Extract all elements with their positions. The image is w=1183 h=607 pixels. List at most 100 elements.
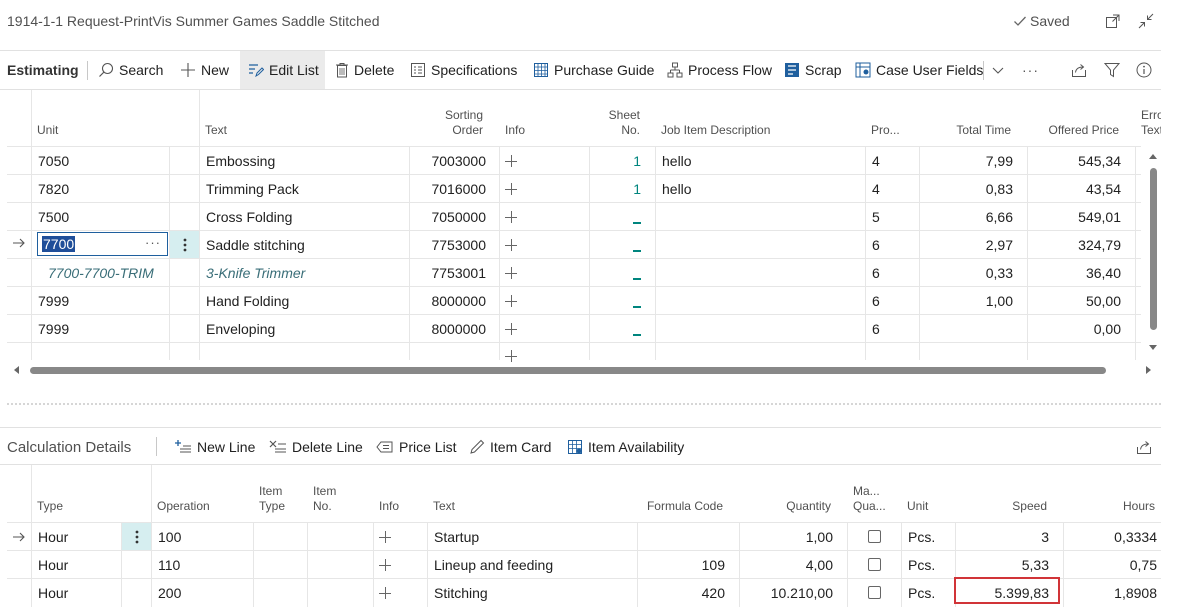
type-cell[interactable]: Hour (38, 557, 68, 573)
filter-button[interactable] (1104, 51, 1120, 89)
calc-column-header-quantity[interactable]: Quantity (740, 499, 831, 514)
sorting-order-cell[interactable]: 7016000 (410, 181, 486, 197)
vertical-scrollbar-thumb[interactable] (1150, 168, 1157, 330)
hours-cell[interactable]: 0,3334 (1064, 529, 1157, 545)
info-plus-icon[interactable] (505, 211, 517, 223)
sorting-order-cell[interactable]: 7753001 (410, 265, 486, 281)
info-plus-icon[interactable] (505, 323, 517, 335)
machine-quantity-checkbox[interactable] (868, 530, 881, 543)
column-header-unit[interactable]: Unit (37, 123, 58, 138)
calc-column-header-type[interactable]: Type (37, 499, 63, 514)
unit-input[interactable]: 7700 ··· (37, 232, 168, 256)
calc-column-header-hours[interactable]: Hours (1064, 499, 1155, 514)
open-new-window-icon[interactable] (1104, 12, 1122, 30)
sheet-no-empty-link[interactable] (633, 222, 641, 224)
total-time-cell[interactable]: 7,99 (920, 153, 1013, 169)
info-plus-icon[interactable] (505, 183, 517, 195)
sorting-order-cell[interactable]: 7753000 (410, 237, 486, 253)
expand-actions-button[interactable] (991, 51, 1005, 89)
pro-cell[interactable]: 6 (872, 237, 880, 253)
text-cell[interactable]: Stitching (434, 585, 488, 601)
unit-cell[interactable]: 7820 (38, 181, 69, 197)
text-cell[interactable]: Startup (434, 529, 479, 545)
text-cell[interactable]: Hand Folding (206, 293, 289, 309)
operation-cell[interactable]: 110 (158, 557, 180, 573)
sorting-order-cell[interactable]: 7003000 (410, 153, 486, 169)
quantity-cell[interactable]: 10.210,00 (740, 585, 833, 601)
pro-cell[interactable]: 4 (872, 153, 880, 169)
calc-column-header-machine-quantity[interactable]: Ma... Qua... (853, 484, 886, 514)
total-time-cell[interactable]: 0,33 (920, 265, 1013, 281)
info-plus-icon[interactable] (379, 587, 391, 599)
calc-row-context-menu-button[interactable] (122, 523, 151, 550)
total-time-cell[interactable]: 0,83 (920, 181, 1013, 197)
sheet-no-empty-link[interactable] (633, 306, 641, 308)
process-flow-button[interactable]: Process Flow (667, 51, 772, 89)
search-button[interactable]: Search (98, 51, 163, 89)
text-cell[interactable]: Saddle stitching (206, 237, 305, 253)
hours-cell[interactable]: 0,75 (1064, 557, 1157, 573)
specifications-button[interactable]: Specifications (410, 51, 517, 89)
calc-column-header-unit[interactable]: Unit (907, 499, 928, 514)
purchase-guide-button[interactable]: Purchase Guide (533, 51, 654, 89)
offered-price-cell[interactable]: 545,34 (1028, 153, 1121, 169)
new-line-button[interactable]: New Line (174, 428, 255, 465)
sheet-no-empty-link[interactable] (633, 250, 641, 252)
unit-cell[interactable]: 7050 (38, 153, 69, 169)
scroll-up-arrow[interactable] (1149, 154, 1157, 159)
unit-cell[interactable]: 7999 (38, 293, 69, 309)
offered-price-cell[interactable]: 36,40 (1028, 265, 1121, 281)
speed-cell[interactable]: 5.399,83 (956, 585, 1050, 601)
unit-cell[interactable]: 7500 (38, 209, 69, 225)
column-header-total-time[interactable]: Total Time (920, 123, 1011, 138)
scroll-left-arrow[interactable] (14, 366, 19, 374)
unit-cell[interactable]: Pcs. (908, 557, 935, 573)
quantity-cell[interactable]: 4,00 (740, 557, 833, 573)
text-cell[interactable]: Cross Folding (206, 209, 292, 225)
info-plus-icon[interactable] (379, 559, 391, 571)
more-options-button[interactable]: ··· (1022, 51, 1039, 89)
item-card-button[interactable]: Item Card (469, 428, 551, 465)
pro-cell[interactable]: 6 (872, 321, 880, 337)
scroll-down-arrow[interactable] (1149, 345, 1157, 350)
operation-cell[interactable]: 100 (158, 529, 181, 545)
pro-cell[interactable]: 5 (872, 209, 880, 225)
formula-code-cell[interactable]: 420 (640, 585, 725, 601)
new-button[interactable]: New (180, 51, 229, 89)
job-item-description-cell[interactable]: hello (662, 153, 692, 169)
total-time-cell[interactable]: 1,00 (920, 293, 1013, 309)
share-button[interactable] (1071, 51, 1087, 89)
total-time-cell[interactable]: 6,66 (920, 209, 1013, 225)
calc-column-header-formula-code[interactable]: Formula Code (620, 499, 723, 514)
sheet-no-link[interactable]: 1 (590, 181, 641, 197)
offered-price-cell[interactable]: 43,54 (1028, 181, 1121, 197)
column-header-sorting-order[interactable]: Sorting Order (410, 108, 483, 138)
column-header-sheet-no[interactable]: Sheet No. (590, 108, 640, 138)
machine-quantity-checkbox[interactable] (868, 558, 881, 571)
edit-list-button[interactable]: Edit List (240, 51, 325, 89)
offered-price-cell[interactable]: 324,79 (1028, 237, 1121, 253)
column-header-text[interactable]: Text (205, 123, 227, 138)
text-cell[interactable]: 3-Knife Trimmer (206, 265, 305, 281)
sorting-order-cell[interactable]: 7050000 (410, 209, 486, 225)
column-header-error-text[interactable]: Erro Text (1141, 108, 1161, 138)
case-user-fields-button[interactable]: Case User Fields (855, 51, 983, 89)
info-plus-icon[interactable] (379, 531, 391, 543)
unit-cell[interactable]: 7999 (38, 321, 69, 337)
unit-cell[interactable]: Pcs. (908, 529, 935, 545)
speed-cell[interactable]: 5,33 (956, 557, 1049, 573)
item-availability-button[interactable]: Item Availability (567, 428, 684, 465)
column-header-offered-price[interactable]: Offered Price (1028, 123, 1119, 138)
formula-code-cell[interactable]: 109 (640, 557, 725, 573)
quantity-cell[interactable]: 1,00 (740, 529, 833, 545)
column-header-job-item-description[interactable]: Job Item Description (661, 123, 770, 138)
info-plus-icon[interactable] (505, 155, 517, 167)
scrap-button[interactable]: Scrap (784, 51, 842, 89)
offered-price-cell[interactable]: 549,01 (1028, 209, 1121, 225)
calc-column-header-item-type[interactable]: Item Type (259, 484, 285, 514)
column-header-info[interactable]: Info (505, 123, 525, 138)
sheet-no-link[interactable]: 1 (590, 153, 641, 169)
calc-column-header-text[interactable]: Text (433, 499, 455, 514)
offered-price-cell[interactable]: 0,00 (1028, 321, 1121, 337)
unit-cell[interactable]: 7700-7700-TRIM (48, 265, 154, 281)
